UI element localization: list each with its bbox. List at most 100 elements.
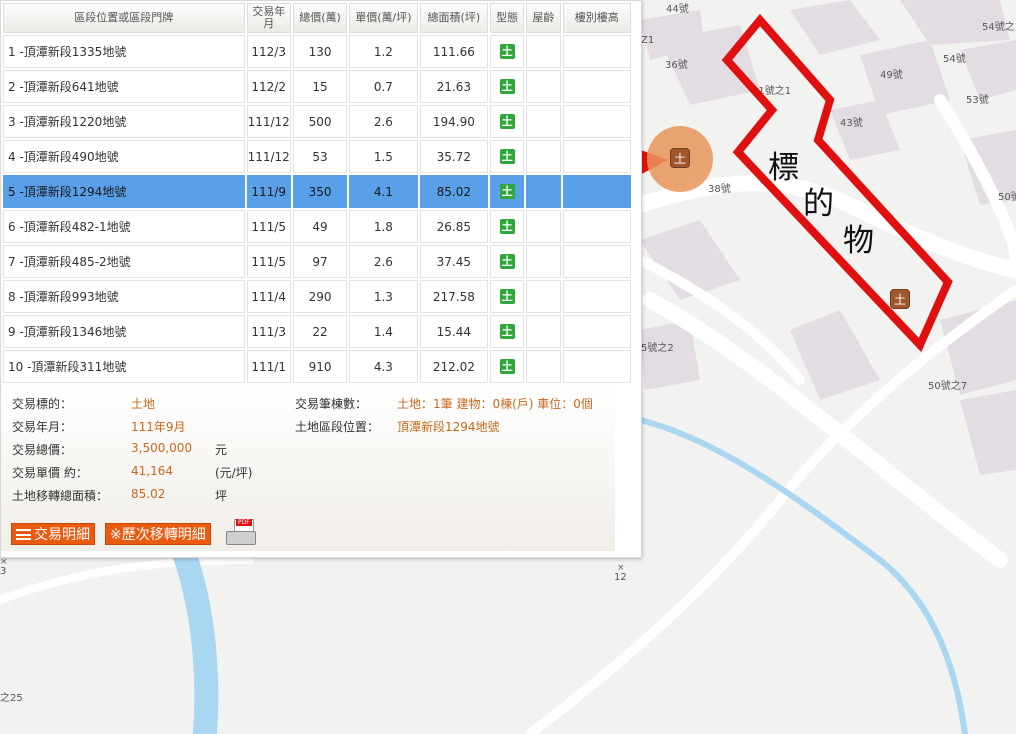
cell-date: 111/1 [246,350,291,383]
cell-area: 212.02 [419,350,489,383]
table-row[interactable]: 6 -頂潭新段482-1地號 111/5 49 1.8 26.85 土 [3,210,631,243]
detail-area-label: 土地移轉總面積： [12,489,109,503]
cell-type: 土 [490,210,525,243]
cell-floor [562,350,631,383]
pdf-print-icon[interactable]: PDF [226,519,256,547]
table-row[interactable]: 8 -頂潭新段993地號 111/4 290 1.3 217.58 土 [3,280,631,313]
table-row[interactable]: 1 -頂潭新段1335地號 112/3 130 1.2 111.66 土 [3,35,631,68]
cell-unit-price: 1.2 [349,35,418,68]
cell-floor [562,105,631,138]
cell-date: 111/4 [246,280,291,313]
col-header-type[interactable]: 型態 [490,3,525,33]
table-row[interactable]: 5 -頂潭新段1294地號 111/9 350 4.1 85.02 土 [3,175,631,208]
land-type-icon[interactable]: 土 [499,219,515,234]
table-row[interactable]: 7 -頂潭新段485-2地號 111/5 97 2.6 37.45 土 [3,245,631,278]
land-type-icon[interactable]: 土 [499,289,515,304]
cell-date: 112/3 [246,35,291,68]
table-row[interactable]: 3 -頂潭新段1220地號 111/12 500 2.6 194.90 土 [3,105,631,138]
cell-floor [562,140,631,173]
detail-unitprice-unit: (元/坪) [215,466,253,480]
table-row[interactable]: 4 -頂潭新段490地號 111/12 53 1.5 35.72 土 [3,140,631,173]
cell-floor [562,280,631,313]
cell-total: 49 [292,210,348,243]
cell-floor [562,70,631,103]
cell-unit-price: 0.7 [349,70,418,103]
cell-age [526,245,561,278]
cell-total: 53 [292,140,348,173]
map-label-36: 36號 [665,58,688,71]
cell-unit-price: 4.3 [349,350,418,383]
cell-type: 土 [490,315,525,348]
col-header-unit-price[interactable]: 單價(萬/坪) [349,3,418,33]
list-icon [16,529,31,540]
cell-location: 3 -頂潭新段1220地號 [3,105,245,138]
transaction-detail-button[interactable]: 交易明細 [11,523,95,545]
cell-date: 111/5 [246,245,291,278]
land-type-icon[interactable]: 土 [499,149,515,164]
cell-area: 35.72 [419,140,489,173]
cell-location: 7 -頂潭新段485-2地號 [3,245,245,278]
cell-location: 8 -頂潭新段993地號 [3,280,245,313]
col-header-location[interactable]: 區段位置或區段門牌 [3,3,245,33]
land-type-icon[interactable]: 土 [499,359,515,374]
cell-area: 217.58 [419,280,489,313]
map-label-50: 50號 [998,190,1016,203]
map-label-43: 43號 [840,116,863,129]
table-row[interactable]: 10 -頂潭新段311地號 111/1 910 4.3 212.02 土 [3,350,631,383]
cell-area: 21.63 [419,70,489,103]
cell-floor [562,210,631,243]
col-header-date[interactable]: 交易年月 [246,3,291,33]
transfer-history-button[interactable]: ※歷次移轉明細 [105,523,211,545]
cell-type: 土 [490,245,525,278]
cell-age [526,70,561,103]
land-marker-icon[interactable]: 土 [890,289,910,309]
col-header-area[interactable]: 總面積(坪) [419,3,489,33]
detail-unitprice-value: 41,164 [131,464,173,478]
map-tick-mark: × [617,563,625,573]
cell-location: 9 -頂潭新段1346地號 [3,315,245,348]
map-label-z1: Z1 [641,35,654,46]
table-row[interactable]: 9 -頂潭新段1346地號 111/3 22 1.4 15.44 土 [3,315,631,348]
land-type-icon[interactable]: 土 [499,254,515,269]
land-marker-icon[interactable]: 土 [670,148,690,168]
cell-location: 6 -頂潭新段482-1地號 [3,210,245,243]
land-type-icon[interactable]: 土 [499,44,515,59]
map-label-5-2: 5號之2 [641,341,674,354]
map-label-44: 44號 [666,2,689,15]
cell-location: 2 -頂潭新段641地號 [3,70,245,103]
cell-total: 130 [292,35,348,68]
land-type-icon[interactable]: 土 [499,79,515,94]
land-type-icon[interactable]: 土 [499,184,515,199]
cell-date: 111/12 [246,140,291,173]
cell-area: 194.90 [419,105,489,138]
col-header-floor[interactable]: 樓別樓高 [562,3,631,33]
col-header-total[interactable]: 總價(萬) [292,3,348,33]
cell-unit-price: 1.8 [349,210,418,243]
col-header-age[interactable]: 屋齡 [526,3,561,33]
cell-unit-price: 1.4 [349,315,418,348]
map-label-3: 3 [0,566,6,577]
cell-total: 15 [292,70,348,103]
land-type-icon[interactable]: 土 [499,114,515,129]
detail-location-value: 頂潭新段1294地號 [397,420,500,434]
cell-area: 15.44 [419,315,489,348]
map-label-54: 54號 [943,52,966,65]
map-label-49: 49號 [880,68,903,81]
table-row[interactable]: 2 -頂潭新段641地號 112/2 15 0.7 21.63 土 [3,70,631,103]
detail-total-unit: 元 [215,443,228,457]
cell-total: 350 [292,175,348,208]
detail-date-label: 交易年月： [12,420,73,434]
detail-total-value: 3,500,000 [131,441,193,455]
table-header-row: 區段位置或區段門牌 交易年月 總價(萬) 單價(萬/坪) 總面積(坪) 型態 屋… [3,3,631,33]
detail-unitprice-label: 交易單價 約： [12,466,88,480]
land-type-icon[interactable]: 土 [499,324,515,339]
map-label-38: 38號 [708,182,731,195]
cell-floor [562,245,631,278]
cell-age [526,210,561,243]
transaction-detail-button-label: 交易明細 [34,527,90,543]
cell-unit-price: 2.6 [349,105,418,138]
cell-total: 500 [292,105,348,138]
cell-date: 112/2 [246,70,291,103]
cell-type: 土 [490,70,525,103]
cell-date: 111/5 [246,210,291,243]
